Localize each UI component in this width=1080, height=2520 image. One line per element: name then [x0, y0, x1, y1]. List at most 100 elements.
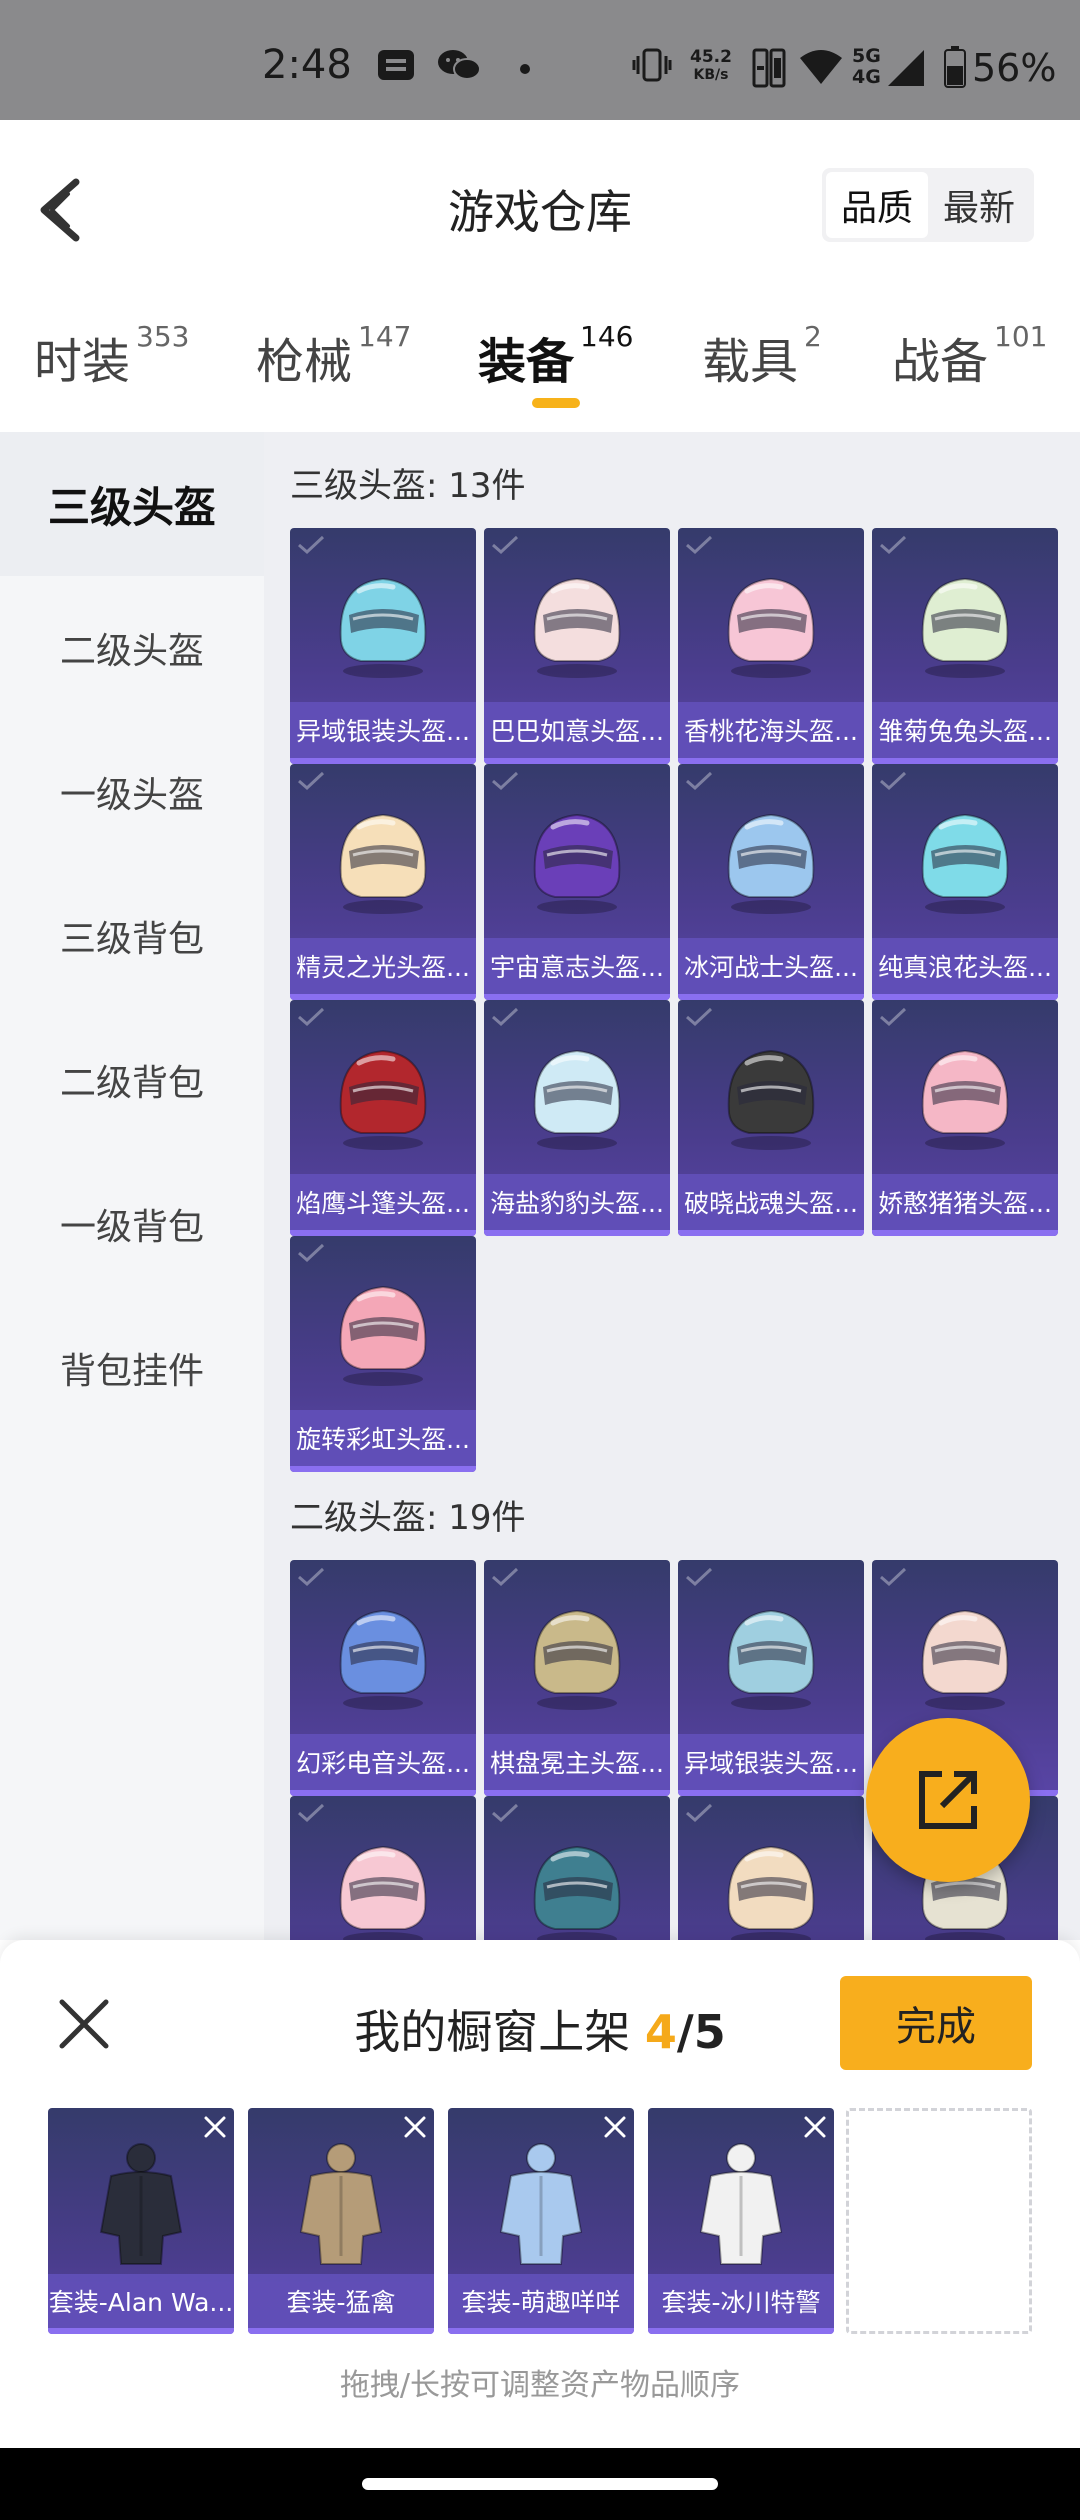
category-tabs: 时装 353 枪械 147 装备 146 载具 2 战备 101 [0, 300, 1080, 430]
sort-option-newest[interactable]: 最新 [928, 172, 1030, 238]
helmet-card[interactable]: 宇宙意志头盔... [484, 764, 670, 1000]
sidebar-item-level1-helmet[interactable]: 一级头盔 [0, 720, 264, 864]
sort-option-quality[interactable]: 品质 [826, 172, 928, 238]
tab-weapons[interactable]: 枪械 147 [256, 320, 411, 392]
card-rarity-rim [448, 2328, 634, 2334]
helmet-image [533, 577, 621, 678]
card-rarity-rim [484, 1230, 670, 1236]
showcase-slot-label: 套装-冰川特警 [648, 2274, 834, 2328]
status-bar: 2:48 45.2 KB/s 5G 4G 56% [0, 0, 1080, 120]
top-header: 游戏仓库 品质 最新 [0, 120, 1080, 290]
helmet-card[interactable]: 焰鹰斗篷头盔... [290, 1000, 476, 1236]
more-notifications-dot [520, 64, 530, 74]
helmet-card[interactable]: 精灵之光头盔... [290, 764, 476, 1000]
helmet-card[interactable]: 棋盘冕主头盔... [484, 1560, 670, 1796]
helmet-card[interactable] [484, 1796, 670, 1940]
helmet-image [727, 1049, 815, 1150]
helmet-card-label: 异域银装头盔... [678, 1734, 864, 1790]
tab-count: 353 [136, 320, 190, 353]
card-rarity-rim [872, 1230, 1058, 1236]
helmet-card-label: 破晓战魂头盔... [678, 1174, 864, 1230]
status-time: 2:48 [262, 42, 352, 88]
section-title-level2-helmet: 二级头盔: 19件 [290, 1498, 526, 1538]
sidebar-item-level1-backpack[interactable]: 一级背包 [0, 1152, 264, 1296]
helmet-card[interactable]: 雏菊兔兔头盔... [872, 528, 1058, 764]
helmet-image [339, 577, 427, 678]
helmet-card[interactable]: 异域银装头盔... [290, 528, 476, 764]
helmet-image [339, 1285, 427, 1386]
showcase-count: 4 [644, 2005, 677, 2059]
outfit-image [299, 2143, 383, 2265]
sort-toggle: 品质 最新 [822, 168, 1034, 242]
tab-label: 装备 [478, 334, 575, 390]
showcase-total: /5 [676, 2005, 726, 2059]
helmet-card-label: 香桃花海头盔... [678, 702, 864, 758]
check-icon [298, 1007, 325, 1027]
showcase-slot[interactable]: 套装-萌趣咩咩 [448, 2108, 634, 2334]
check-icon [686, 1007, 713, 1027]
check-icon [880, 771, 907, 791]
system-nav-bar [0, 2448, 1080, 2520]
tab-equipment[interactable]: 装备 146 [478, 320, 633, 392]
remove-icon[interactable] [802, 2114, 828, 2140]
check-icon [298, 1803, 325, 1823]
helmet-card-label: 精灵之光头盔... [290, 938, 476, 994]
helmet-card[interactable] [290, 1796, 476, 1940]
active-tab-indicator [532, 398, 580, 408]
network-speed-value: 45.2 [690, 47, 732, 67]
sidebar-item-level3-helmet[interactable]: 三级头盔 [0, 432, 264, 576]
signal-icon [888, 50, 924, 86]
tab-gear[interactable]: 战备 101 [892, 320, 1047, 392]
check-icon [686, 1803, 713, 1823]
share-fab-button[interactable] [866, 1718, 1030, 1882]
helmet-card[interactable]: 娇憨猪猪头盔... [872, 1000, 1058, 1236]
helmet-card[interactable]: 海盐豹豹头盔... [484, 1000, 670, 1236]
helmet-card[interactable]: 冰河战士头盔... [678, 764, 864, 1000]
sidebar-item-level2-backpack[interactable]: 二级背包 [0, 1008, 264, 1152]
outfit-image [99, 2143, 183, 2265]
remove-icon[interactable] [402, 2114, 428, 2140]
helmet-image [921, 577, 1009, 678]
helmet-card[interactable]: 香桃花海头盔... [678, 528, 864, 764]
network-type: 5G 4G [852, 46, 881, 88]
showcase-sheet: 我的橱窗上架 4/5 完成 套装-Alan Wa... 套装-猛禽 套装-萌趣咩咩套… [0, 1940, 1080, 2448]
check-icon [298, 1243, 325, 1263]
showcase-slot[interactable]: 套装-猛禽 [248, 2108, 434, 2334]
helmet-card-label: 宇宙意志头盔... [484, 938, 670, 994]
outfit-image [699, 2143, 783, 2265]
helmet-card[interactable]: 旋转彩虹头盔... [290, 1236, 476, 1472]
helmet-image [727, 1609, 815, 1710]
helmet-card[interactable]: 异域银装头盔... [678, 1560, 864, 1796]
helmet-card-label: 巴巴如意头盔... [484, 702, 670, 758]
helmet-image [921, 1609, 1009, 1710]
helmet-card[interactable] [678, 1796, 864, 1940]
helmet-card[interactable]: 巴巴如意头盔... [484, 528, 670, 764]
sidebar-item-level3-backpack[interactable]: 三级背包 [0, 864, 264, 1008]
showcase-slot[interactable]: 套装-Alan Wa... [48, 2108, 234, 2334]
empty-slot[interactable] [846, 2108, 1032, 2334]
tab-label: 时装 [34, 334, 131, 390]
check-icon [492, 535, 519, 555]
helmet-image [921, 1049, 1009, 1150]
check-icon [880, 1007, 907, 1027]
helmet-card-label: 雏菊兔兔头盔... [872, 702, 1058, 758]
helmet-card[interactable]: 破晓战魂头盔... [678, 1000, 864, 1236]
item-grid-panel[interactable]: 三级头盔: 13件 异域银装头盔... 巴巴如意头盔... 香桃花海头盔... 雏菊兔… [264, 432, 1080, 1940]
tab-vehicles[interactable]: 载具 2 [702, 320, 822, 392]
showcase-slot-label: 套装-萌趣咩咩 [448, 2274, 634, 2328]
home-gesture-bar[interactable] [362, 2478, 718, 2490]
helmet-card[interactable]: 幻彩电音头盔... [290, 1560, 476, 1796]
sidebar-item-level2-helmet[interactable]: 二级头盔 [0, 576, 264, 720]
sidebar-item-backpack-charm[interactable]: 背包挂件 [0, 1296, 264, 1440]
tab-fashion[interactable]: 时装 353 [34, 320, 190, 392]
network-type-bottom: 4G [852, 66, 881, 88]
helmet-card[interactable]: 纯真浪花头盔... [872, 764, 1058, 1000]
helmet-card-label: 异域银装头盔... [290, 702, 476, 758]
done-button[interactable]: 完成 [840, 1976, 1032, 2070]
showcase-slot[interactable]: 套装-冰川特警 [648, 2108, 834, 2334]
outfit-image [499, 2143, 583, 2265]
check-icon [686, 1567, 713, 1587]
check-icon [492, 1567, 519, 1587]
remove-icon[interactable] [602, 2114, 628, 2140]
remove-icon[interactable] [202, 2114, 228, 2140]
